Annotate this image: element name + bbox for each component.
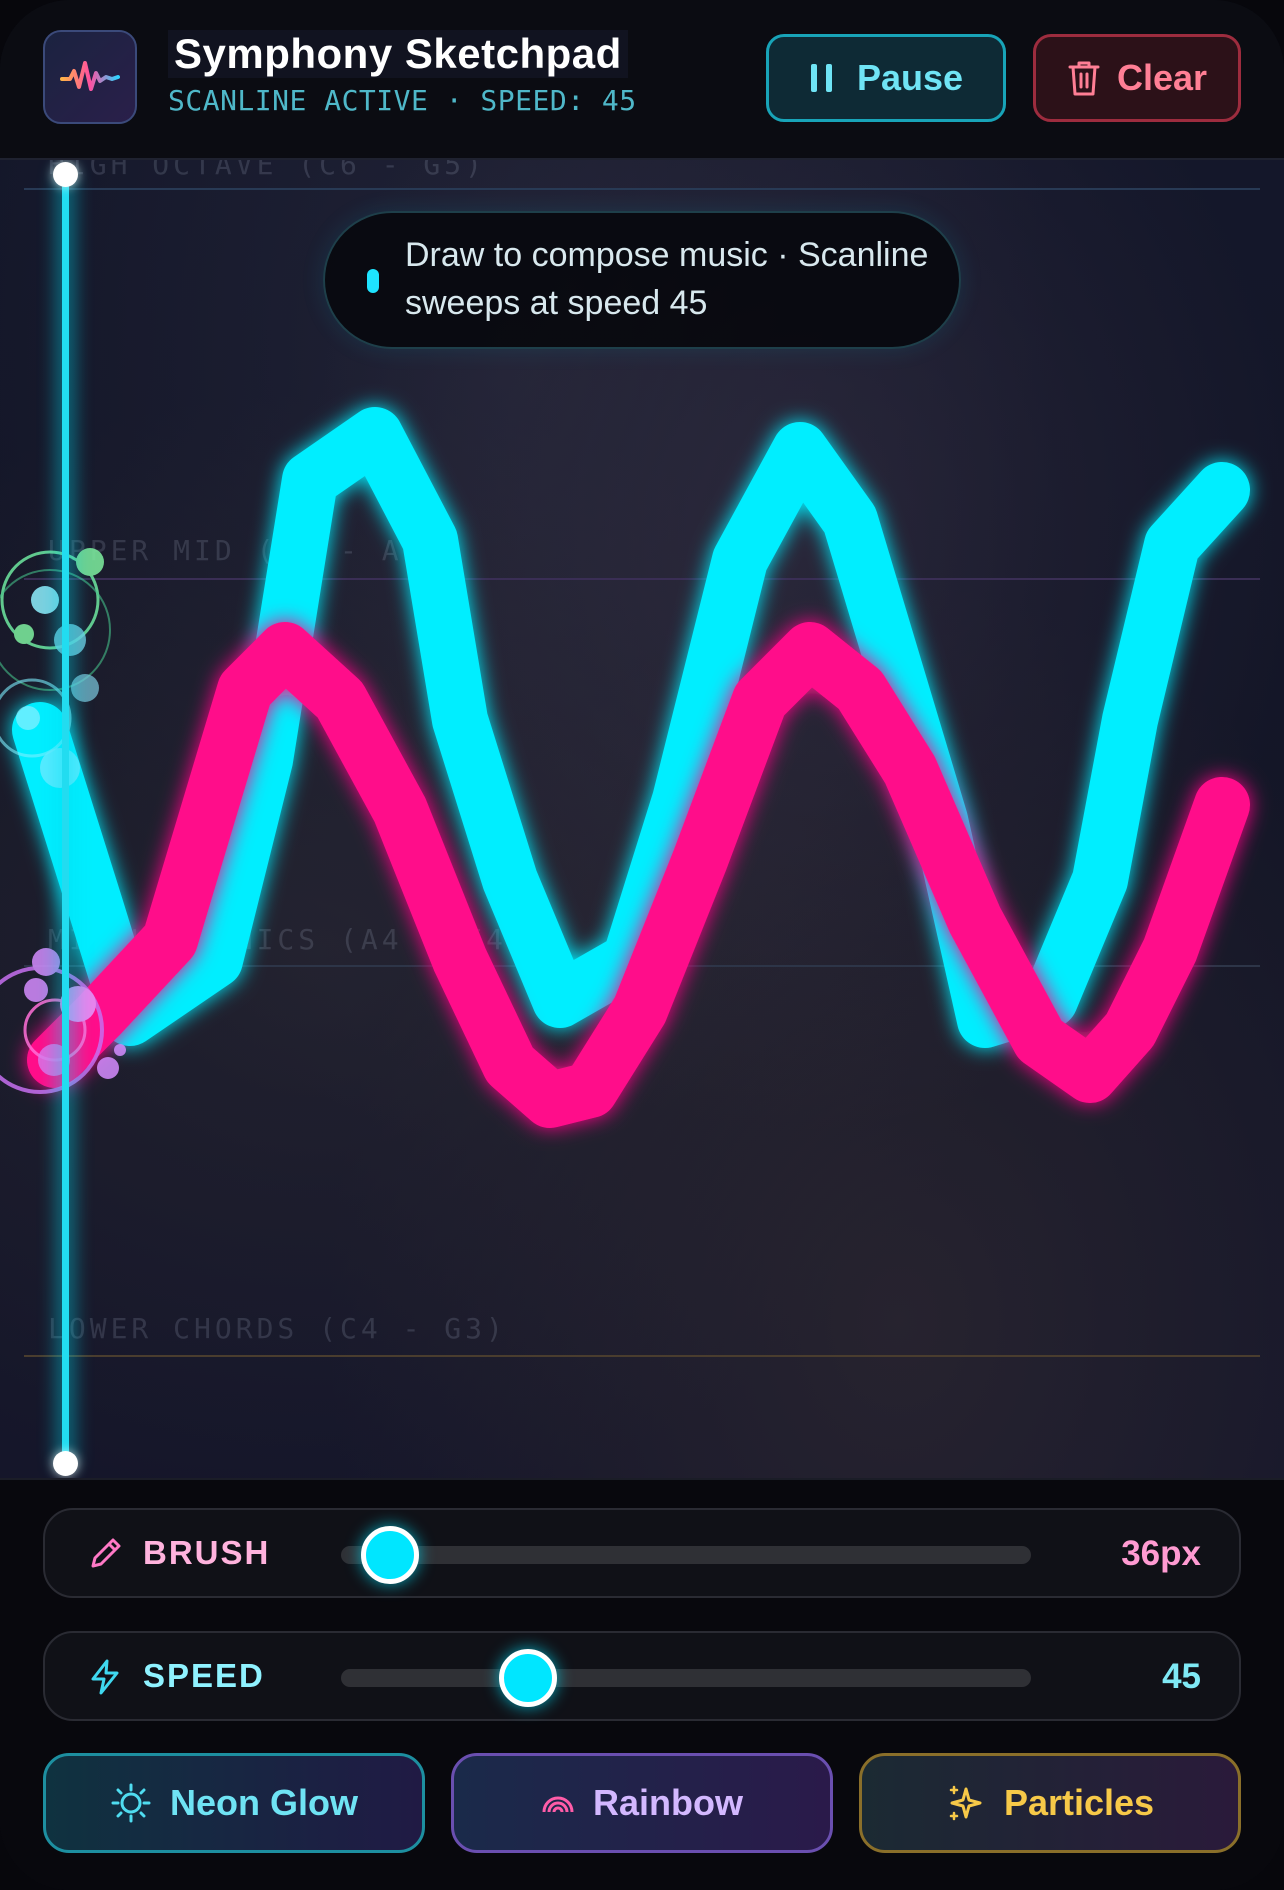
instruction-text: Draw to compose music · Scanline sweeps …	[405, 236, 929, 322]
brush-slider-thumb[interactable]	[361, 1526, 419, 1584]
speed-slider-track[interactable]	[341, 1669, 1031, 1687]
particles-label: Particles	[1003, 1782, 1155, 1823]
drawing-canvas[interactable]: HIGH OCTAVE (C6 - G5) UPPER MID (E5 - A5…	[0, 160, 1284, 1478]
speed-slider-row: SPEED 45	[43, 1631, 1241, 1721]
rainbow-label: Rainbow	[593, 1782, 743, 1823]
sun-icon	[111, 1783, 151, 1823]
speed-label: SPEED	[143, 1657, 265, 1694]
scanline[interactable]	[62, 174, 69, 1462]
speed-slider-thumb[interactable]	[499, 1649, 557, 1707]
clear-label: Clear	[1116, 57, 1208, 98]
particle-burst-green	[0, 548, 111, 788]
app-frame: Symphony Sketchpad SCANLINE ACTIVE · SPE…	[0, 0, 1284, 1890]
brush-value: 36px	[1121, 1534, 1201, 1573]
instruction-toast: Draw to compose music · Scanline sweeps …	[323, 211, 961, 349]
pause-button[interactable]: Pause	[766, 34, 1006, 122]
particles-button[interactable]: Particles	[859, 1753, 1241, 1853]
app-title: Symphony Sketchpad	[168, 30, 628, 78]
status-dot	[367, 269, 379, 293]
rainbow-button[interactable]: Rainbow	[451, 1753, 833, 1853]
pause-icon	[810, 64, 832, 92]
rainbow-icon	[542, 1796, 574, 1813]
strokes-layer	[0, 407, 1250, 1128]
lightning-icon	[91, 1659, 119, 1695]
neon-glow-button[interactable]: Neon Glow	[43, 1753, 425, 1853]
neon-glow-label: Neon Glow	[170, 1782, 358, 1823]
scanline-bottom-handle[interactable]	[53, 1451, 78, 1476]
trash-icon	[1068, 61, 1100, 96]
status-text: SCANLINE ACTIVE · SPEED: 45	[168, 84, 637, 117]
brush-label: BRUSH	[143, 1534, 271, 1571]
brush-slider-track[interactable]	[341, 1546, 1031, 1564]
scanline-top-handle[interactable]	[53, 162, 78, 187]
pencil-icon	[91, 1538, 121, 1568]
sparkles-icon	[949, 1785, 982, 1821]
speed-value: 45	[1162, 1657, 1201, 1696]
header: Symphony Sketchpad SCANLINE ACTIVE · SPE…	[0, 0, 1284, 160]
waveform-logo-icon	[43, 30, 137, 124]
pause-label: Pause	[856, 57, 964, 98]
brush-slider-row: BRUSH 36px	[43, 1508, 1241, 1598]
clear-button[interactable]: Clear	[1033, 34, 1241, 122]
